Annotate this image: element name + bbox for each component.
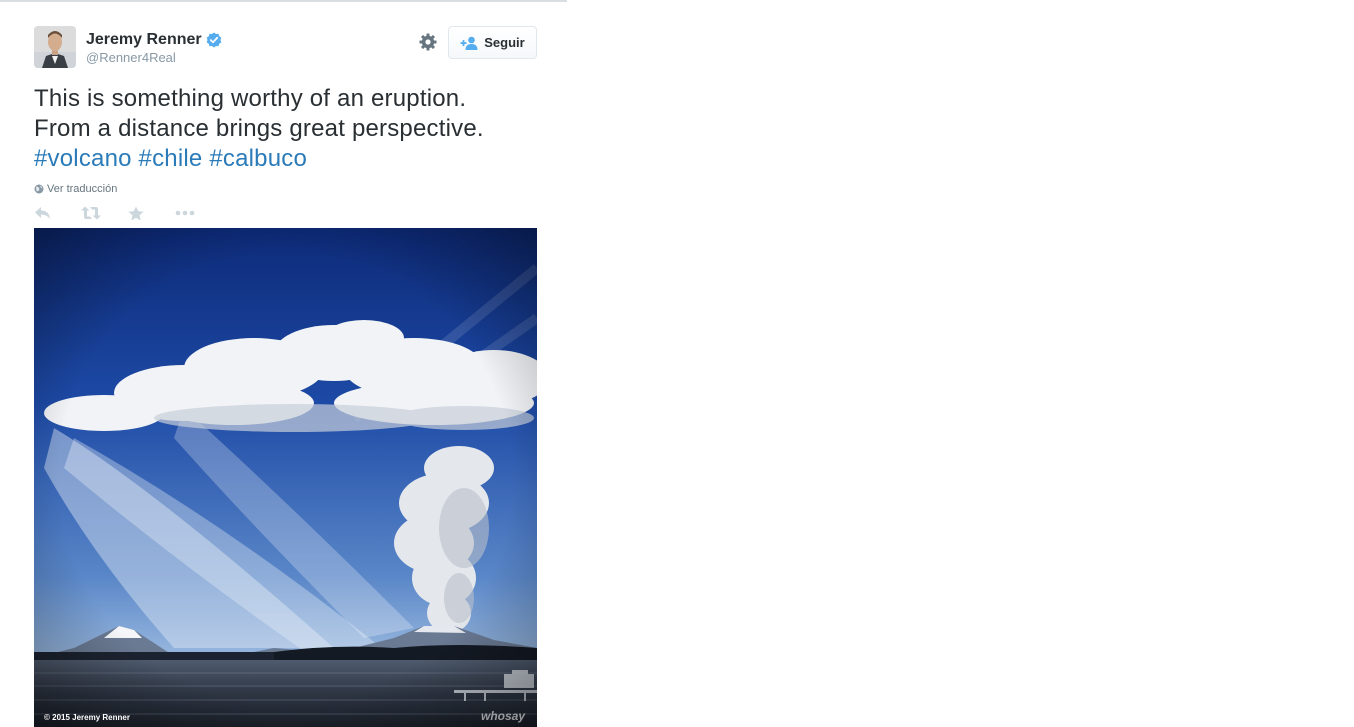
add-user-icon <box>460 36 478 50</box>
avatar[interactable] <box>34 26 76 68</box>
globe-icon <box>34 184 44 194</box>
avatar-image <box>34 26 76 68</box>
retweet-icon[interactable] <box>81 204 128 222</box>
tweet-hashtags: #volcano #chile #calbuco <box>34 144 537 174</box>
translate-link[interactable]: Ver traducción <box>34 183 537 195</box>
favorite-icon[interactable] <box>128 204 175 222</box>
tweet-text-line-1: This is something worthy of an eruption. <box>34 85 467 112</box>
more-icon[interactable] <box>175 204 222 222</box>
hashtag-volcano[interactable]: #volcano <box>34 145 132 172</box>
tweet-header: Jeremy Renner @Renner4Real Seguir <box>34 26 537 72</box>
translate-label: Ver traducción <box>47 183 118 195</box>
verified-badge-icon <box>206 32 221 48</box>
gear-icon[interactable] <box>418 32 438 52</box>
tweet-actions <box>34 203 537 223</box>
top-divider <box>0 0 567 2</box>
follow-button[interactable]: Seguir <box>448 26 537 59</box>
volcano-eruption-photo <box>34 228 537 727</box>
user-handle[interactable]: @Renner4Real <box>86 50 222 65</box>
follow-button-label: Seguir <box>484 35 525 50</box>
reply-icon[interactable] <box>34 204 81 222</box>
whosay-watermark: whosay <box>480 709 525 723</box>
tweet-photo[interactable]: © 2015 Jeremy Renner whosay <box>34 228 537 727</box>
photo-credit: © 2015 Jeremy Renner <box>44 713 130 722</box>
user-fullname[interactable]: Jeremy Renner <box>86 31 202 49</box>
tweet-card: Jeremy Renner @Renner4Real Seguir This i… <box>34 26 537 223</box>
tweet-text: This is something worthy of an eruption.… <box>34 84 537 174</box>
user-info: Jeremy Renner @Renner4Real <box>86 31 222 65</box>
tweet-text-line-2: From a distance brings great perspective… <box>34 115 484 142</box>
hashtag-chile[interactable]: #chile <box>139 145 203 172</box>
hashtag-calbuco[interactable]: #calbuco <box>209 145 307 172</box>
